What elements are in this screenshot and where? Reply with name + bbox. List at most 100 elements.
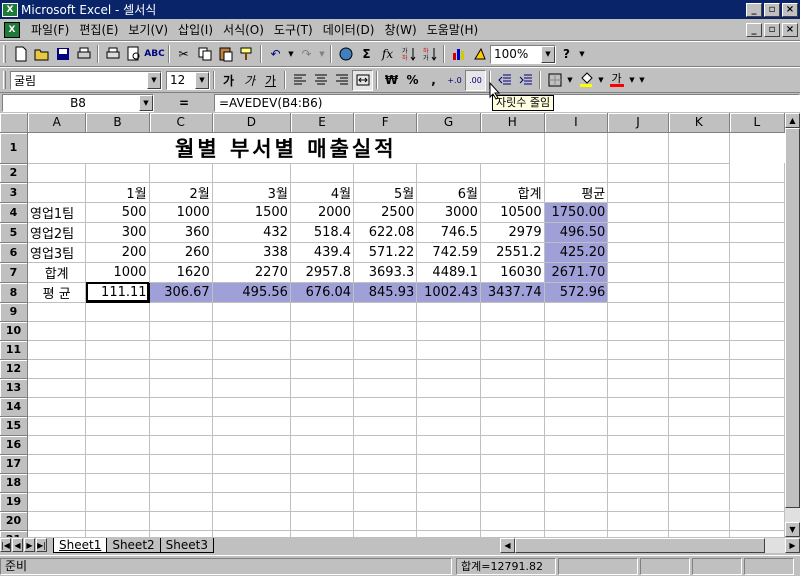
cell[interactable] xyxy=(544,397,609,417)
cell[interactable] xyxy=(480,302,545,322)
scroll-left-icon[interactable]: ◀ xyxy=(500,537,515,553)
cell[interactable] xyxy=(607,378,669,398)
cell[interactable] xyxy=(607,222,669,243)
data-cell[interactable]: 260 xyxy=(149,242,213,263)
cell[interactable] xyxy=(27,530,87,537)
menu-help[interactable]: 도움말(H) xyxy=(422,21,484,38)
font-size-select[interactable]: 12 ▼ xyxy=(166,70,210,90)
toolbar-grip[interactable] xyxy=(3,71,6,89)
header-cell[interactable]: 1월 xyxy=(85,182,150,203)
cell[interactable] xyxy=(85,340,150,360)
percent-button[interactable]: % xyxy=(402,70,423,91)
cell[interactable] xyxy=(668,454,730,474)
cell[interactable] xyxy=(607,302,669,322)
cell[interactable] xyxy=(480,473,545,493)
horizontal-scrollbar[interactable]: ◀ ▶ xyxy=(500,537,800,553)
cell[interactable] xyxy=(416,378,481,398)
cell[interactable] xyxy=(290,340,355,360)
data-cell[interactable]: 1500 xyxy=(212,202,291,223)
autosum-icon[interactable]: Σ xyxy=(356,44,377,65)
cell[interactable] xyxy=(416,359,481,379)
cut-icon[interactable]: ✂ xyxy=(173,44,194,65)
redo-dropdown-icon[interactable]: ▼ xyxy=(317,44,327,65)
cell[interactable] xyxy=(668,340,730,360)
cell[interactable] xyxy=(668,163,730,183)
cell[interactable] xyxy=(212,416,291,436)
data-cell[interactable]: 1000 xyxy=(85,262,150,283)
cell[interactable] xyxy=(149,416,213,436)
cell[interactable] xyxy=(85,416,150,436)
data-cell[interactable]: 425.20 xyxy=(544,242,609,263)
cell[interactable] xyxy=(27,473,87,493)
vertical-scrollbar[interactable]: ▲ ▼ xyxy=(785,113,800,537)
borders-dropdown-icon[interactable]: ▼ xyxy=(565,70,575,91)
cell[interactable] xyxy=(607,242,669,263)
cell[interactable] xyxy=(416,435,481,455)
cell[interactable] xyxy=(480,435,545,455)
data-cell[interactable]: 572.96 xyxy=(544,282,609,303)
save-icon[interactable] xyxy=(52,44,73,65)
cell[interactable] xyxy=(668,416,730,436)
data-cell[interactable]: 200 xyxy=(85,242,150,263)
cell[interactable] xyxy=(27,378,87,398)
data-cell[interactable]: 16030 xyxy=(480,262,545,283)
menu-data[interactable]: 데이터(D) xyxy=(318,21,380,38)
cell[interactable] xyxy=(353,473,418,493)
data-cell[interactable]: 496.50 xyxy=(544,222,609,243)
data-cell[interactable]: 2551.2 xyxy=(480,242,545,263)
cell[interactable] xyxy=(480,492,545,512)
data-cell[interactable]: 1002.43 xyxy=(416,282,481,303)
cell[interactable] xyxy=(416,492,481,512)
cell[interactable] xyxy=(212,359,291,379)
scroll-thumb-horizontal[interactable] xyxy=(515,537,765,553)
cell[interactable] xyxy=(353,454,418,474)
cell[interactable] xyxy=(668,242,730,263)
workbook-restore-button[interactable]: ▫ xyxy=(764,22,780,37)
data-cell[interactable]: 2000 xyxy=(290,202,355,223)
column-header[interactable]: F xyxy=(353,113,418,133)
cell[interactable] xyxy=(668,435,730,455)
cell[interactable] xyxy=(544,511,609,531)
cell[interactable] xyxy=(480,511,545,531)
data-cell[interactable]: 10500 xyxy=(480,202,545,223)
scroll-right-icon[interactable]: ▶ xyxy=(785,537,800,553)
header-cell[interactable]: 3월 xyxy=(212,182,291,203)
cell[interactable] xyxy=(212,302,291,322)
cell[interactable] xyxy=(353,416,418,436)
cell[interactable] xyxy=(544,321,609,341)
cell[interactable] xyxy=(668,202,730,223)
excel-app-icon[interactable]: X xyxy=(2,2,18,17)
cell[interactable] xyxy=(544,132,609,164)
cell[interactable] xyxy=(353,302,418,322)
data-cell[interactable]: 1750.00 xyxy=(544,202,609,223)
cell[interactable] xyxy=(729,473,785,493)
cell[interactable] xyxy=(85,530,150,537)
row-header[interactable]: 5 xyxy=(0,222,28,243)
merge-center-icon[interactable] xyxy=(352,69,373,91)
cell[interactable] xyxy=(729,454,785,474)
format-painter-icon[interactable] xyxy=(236,44,257,65)
cell[interactable] xyxy=(85,359,150,379)
first-sheet-icon[interactable]: |◀ xyxy=(0,538,11,552)
fill-color-icon[interactable] xyxy=(575,70,596,91)
cell[interactable] xyxy=(729,359,785,379)
name-box[interactable]: B8 ▼ xyxy=(2,94,154,112)
cell[interactable] xyxy=(544,530,609,537)
cell[interactable] xyxy=(212,511,291,531)
cell[interactable] xyxy=(668,530,730,537)
cell[interactable] xyxy=(668,359,730,379)
row-header[interactable]: 3 xyxy=(0,182,28,203)
cell[interactable] xyxy=(353,340,418,360)
increase-decimal-button[interactable]: +.0 xyxy=(444,70,465,91)
data-cell[interactable]: 111.11 xyxy=(85,281,150,303)
data-cell[interactable]: 2671.70 xyxy=(544,262,609,283)
data-cell[interactable]: 432 xyxy=(212,222,291,243)
row-header[interactable]: 8 xyxy=(0,282,28,303)
data-cell[interactable]: 306.67 xyxy=(149,282,213,303)
cell[interactable] xyxy=(416,473,481,493)
cell[interactable] xyxy=(290,359,355,379)
cell[interactable] xyxy=(729,397,785,417)
cell[interactable] xyxy=(290,530,355,537)
cell[interactable] xyxy=(416,511,481,531)
column-header[interactable]: L xyxy=(729,113,785,133)
